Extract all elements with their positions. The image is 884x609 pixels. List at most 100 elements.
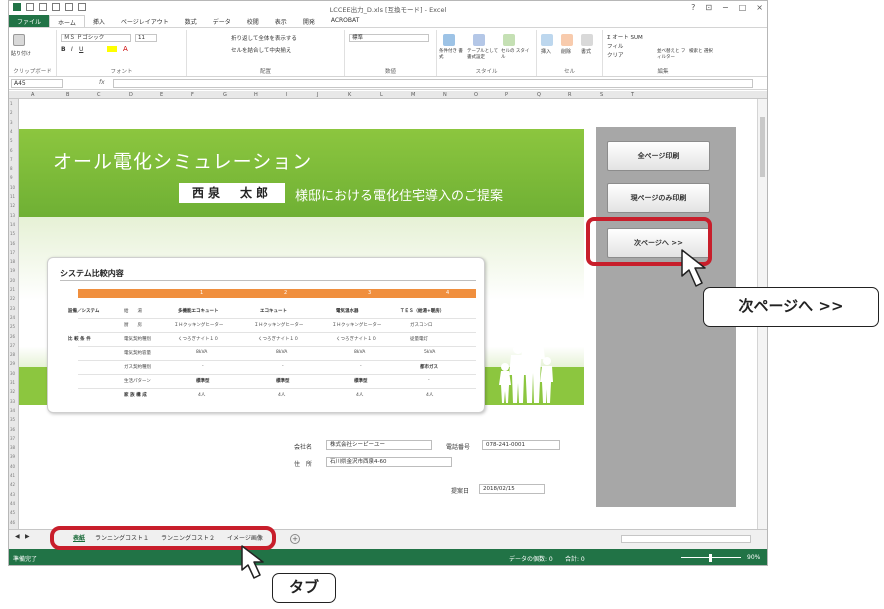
ribbon-display-button[interactable]: ⊡	[705, 3, 712, 12]
font-color-icon[interactable]: A	[123, 45, 128, 53]
column-header[interactable]: D	[129, 92, 133, 98]
sort-filter-button[interactable]: 並べ替えと フィルター	[657, 48, 687, 60]
row-header[interactable]: 32	[10, 389, 15, 394]
zoom-level[interactable]: 90%	[747, 554, 760, 561]
row-header[interactable]: 10	[10, 185, 15, 190]
column-header[interactable]: L	[380, 92, 383, 98]
help-button[interactable]: ?	[691, 3, 695, 12]
row-header[interactable]: 29	[10, 361, 15, 366]
column-header[interactable]: G	[223, 92, 227, 98]
row-header[interactable]: 31	[10, 380, 15, 385]
date-field[interactable]: 2018/02/15	[479, 484, 545, 494]
company-field[interactable]: 株式会社シーピーユー	[326, 440, 432, 450]
column-header[interactable]: R	[568, 92, 571, 98]
column-header[interactable]: A	[31, 92, 34, 98]
fill-button[interactable]: フィル	[607, 42, 623, 50]
print-all-button[interactable]: 全ページ印刷	[607, 141, 710, 171]
minimize-button[interactable]: −	[722, 3, 729, 12]
column-header[interactable]: F	[191, 92, 194, 98]
zoom-slider-thumb[interactable]	[709, 554, 712, 562]
row-header[interactable]: 35	[10, 417, 15, 422]
horizontal-scrollbar[interactable]	[621, 535, 751, 543]
column-header[interactable]: J	[317, 92, 318, 98]
tab-data[interactable]: データ	[205, 15, 239, 27]
maximize-button[interactable]: □	[739, 3, 747, 12]
tab-view[interactable]: 表示	[267, 15, 295, 27]
row-header[interactable]: 42	[10, 482, 15, 487]
format-table-icon[interactable]	[473, 34, 485, 46]
tab-home[interactable]: ホーム	[49, 15, 85, 27]
row-header[interactable]: 5	[10, 138, 13, 143]
row-header[interactable]: 17	[10, 250, 15, 255]
row-header[interactable]: 21	[10, 287, 15, 292]
row-header[interactable]: 19	[10, 268, 15, 273]
column-header[interactable]: P	[505, 92, 508, 98]
column-header[interactable]: H	[254, 92, 258, 98]
row-header[interactable]: 25	[10, 324, 15, 329]
row-header[interactable]: 33	[10, 399, 15, 404]
column-header[interactable]: S	[600, 92, 603, 98]
row-header[interactable]: 4	[10, 129, 13, 134]
row-header[interactable]: 46	[10, 520, 15, 525]
row-header[interactable]: 3	[10, 120, 13, 125]
name-box[interactable]: A45	[11, 79, 63, 88]
row-header[interactable]: 43	[10, 492, 15, 497]
worksheet[interactable]: オール電化シミュレーション 西泉 太郎 様邸における電化住宅導入のご提案 システ…	[19, 99, 759, 529]
row-header[interactable]: 24	[10, 315, 15, 320]
row-header[interactable]: 6	[10, 148, 13, 153]
tab-developer[interactable]: 開発	[295, 15, 323, 27]
tab-review[interactable]: 校閲	[239, 15, 267, 27]
row-header[interactable]: 36	[10, 427, 15, 432]
row-header[interactable]: 23	[10, 306, 15, 311]
formula-input[interactable]	[113, 79, 753, 88]
address-field[interactable]: 石川県金沢市西泉4-60	[326, 457, 452, 467]
add-sheet-icon[interactable]: +	[290, 534, 300, 544]
row-header[interactable]: 9	[10, 175, 13, 180]
column-header[interactable]: B	[66, 92, 69, 98]
row-header[interactable]: 30	[10, 371, 15, 376]
row-header[interactable]: 16	[10, 241, 15, 246]
row-header[interactable]: 26	[10, 334, 15, 339]
conditional-format-icon[interactable]	[443, 34, 455, 46]
prev-sheet-icon[interactable]: ◀	[15, 533, 20, 540]
row-header[interactable]: 12	[10, 203, 15, 208]
tab-page-layout[interactable]: ページレイアウト	[113, 15, 177, 27]
underline-icon[interactable]: U	[79, 46, 83, 53]
wrap-text-button[interactable]: 折り返して全体を表示する	[231, 34, 297, 42]
clear-button[interactable]: クリア	[607, 51, 624, 59]
row-header[interactable]: 14	[10, 222, 15, 227]
row-header[interactable]: 44	[10, 501, 15, 506]
tab-file[interactable]: ファイル	[9, 15, 50, 27]
font-size-select[interactable]: 11	[135, 34, 157, 42]
phone-field[interactable]: 078-241-0001	[482, 440, 560, 450]
row-header[interactable]: 45	[10, 510, 15, 515]
row-header[interactable]: 1	[10, 101, 13, 106]
tab-acrobat[interactable]: ACROBAT	[323, 15, 368, 27]
column-header[interactable]: O	[474, 92, 478, 98]
cell-styles-icon[interactable]	[503, 34, 515, 46]
row-header[interactable]: 7	[10, 157, 13, 162]
row-header[interactable]: 40	[10, 464, 15, 469]
italic-icon[interactable]: I	[71, 46, 73, 53]
row-header[interactable]: 18	[10, 259, 15, 264]
print-current-button[interactable]: 現ページのみ印刷	[607, 183, 710, 213]
column-header[interactable]: I	[286, 92, 287, 98]
column-header[interactable]: K	[348, 92, 351, 98]
fx-icon[interactable]: fx	[99, 79, 105, 86]
row-header[interactable]: 28	[10, 352, 15, 357]
row-header[interactable]: 34	[10, 408, 15, 413]
fill-color-icon[interactable]	[107, 46, 117, 52]
find-select-button[interactable]: 検索と 選択	[689, 48, 715, 54]
insert-cells-icon[interactable]	[541, 34, 553, 46]
paste-icon[interactable]	[13, 34, 25, 46]
row-header[interactable]: 2	[10, 110, 13, 115]
merge-center-button[interactable]: セルを結合して中央揃え	[231, 46, 291, 54]
row-header[interactable]: 39	[10, 454, 15, 459]
column-header[interactable]: T	[631, 92, 634, 98]
column-header[interactable]: E	[160, 92, 163, 98]
row-header[interactable]: 41	[10, 473, 15, 478]
row-header[interactable]: 20	[10, 278, 15, 283]
row-header[interactable]: 27	[10, 343, 15, 348]
next-sheet-icon[interactable]: ▶	[25, 533, 30, 540]
tab-insert[interactable]: 挿入	[85, 15, 113, 27]
